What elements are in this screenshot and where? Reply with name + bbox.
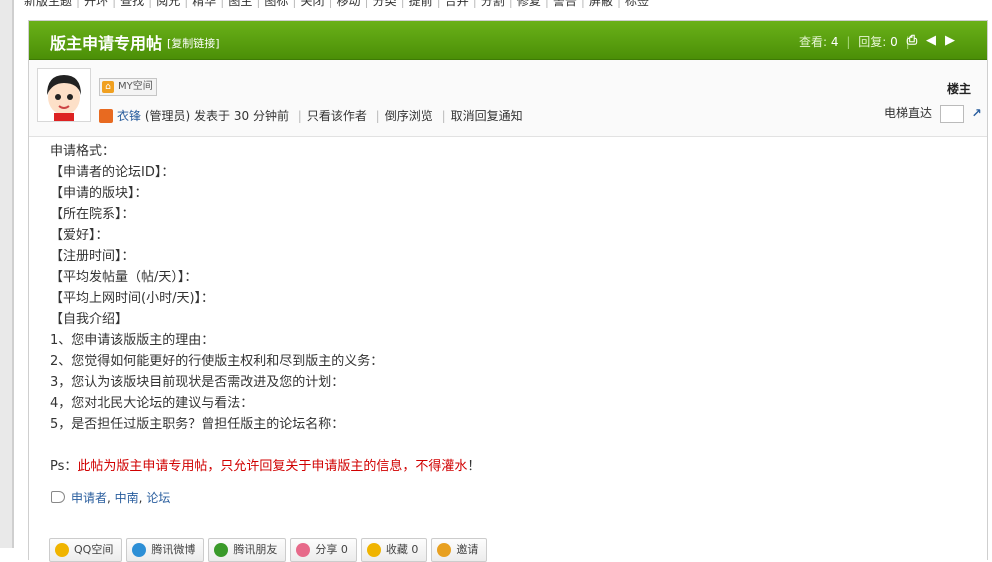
next-thread-icon[interactable]: ▶	[943, 34, 957, 48]
my-space-label: MY空间	[118, 81, 153, 92]
post-time: 发表于 30 分钟前	[194, 109, 289, 123]
post-line: 5，是否担任过版主职务？曾担任版主的论坛名称：	[50, 417, 345, 432]
invite-icon	[437, 543, 452, 557]
tag-link[interactable]: 申请者	[71, 491, 107, 505]
post-line: 【申请者的论坛ID】：	[50, 165, 175, 180]
post-line: 【自我介绍】	[50, 312, 129, 327]
share-button[interactable]: QQ空间	[49, 538, 123, 562]
tag-icon	[51, 491, 65, 503]
floor-label: 楼主	[946, 82, 971, 96]
tag-list: 申请者, 中南, 论坛	[51, 489, 170, 506]
copy-link[interactable]: [复制链接]	[167, 35, 220, 51]
toolbar-link[interactable]: 警告	[553, 0, 577, 8]
jump-go-icon[interactable]: ↗	[972, 106, 988, 122]
post-line: 3，您认为该版块目前现状是否需改进及您的计划：	[50, 375, 345, 390]
share-button[interactable]: 邀请	[431, 538, 488, 562]
post-container: 版主申请专用帖 [复制链接] 查看: 4 | 回复: 0 | ⎙ ◀ ▶ ⌂ M…	[28, 20, 988, 562]
share-button[interactable]: 收藏 0	[360, 538, 428, 562]
toolbar-link[interactable]: 屏蔽	[589, 0, 613, 8]
only-author-link[interactable]: 只看该作者	[307, 109, 367, 123]
share-button-label: 腾讯微博	[151, 543, 196, 556]
pengyou-icon	[214, 543, 229, 557]
post-line: 2、您觉得如何能更好的行使版主权利和尽到版主的义务：	[50, 354, 384, 369]
toolbar-link[interactable]: 精华	[192, 0, 216, 8]
toolbar-link[interactable]: 移动	[337, 0, 361, 8]
share-button-label: 分享 0	[315, 543, 348, 556]
toolbar-link[interactable]: 查找	[120, 0, 144, 8]
share-button[interactable]: 腾讯朋友	[208, 538, 287, 562]
thread-stats: 查看: 4 | 回复: 0 |	[799, 35, 910, 49]
cancel-notify-link[interactable]: 取消回复通知	[451, 109, 523, 123]
heart-icon	[296, 543, 311, 557]
left-gutter	[0, 0, 14, 548]
author-link[interactable]: 衣锋	[117, 109, 141, 123]
replies-count: 0	[890, 35, 898, 49]
share-button-label: 腾讯朋友	[233, 543, 278, 556]
share-button[interactable]: 腾讯微博	[126, 538, 205, 562]
toolbar-link[interactable]: 分割	[481, 0, 505, 8]
toolbar-link[interactable]: 修复	[517, 0, 541, 8]
toolbar-link[interactable]: 合并	[445, 0, 469, 8]
avatar[interactable]	[37, 68, 91, 122]
my-space-button[interactable]: ⌂ MY空间	[99, 78, 157, 96]
reverse-browse-link[interactable]: 倒序浏览	[385, 109, 433, 123]
post-line: 【申请的版块】：	[50, 186, 148, 201]
post-line: 【平均上网时间(小时/天)】：	[50, 291, 215, 306]
post-line: 1、您申请该版版主的理由：	[50, 333, 215, 348]
tag-link[interactable]: 中南	[115, 491, 139, 505]
prev-thread-icon[interactable]: ◀	[924, 34, 938, 48]
toolbar-link[interactable]: 标签	[625, 0, 649, 8]
views-label: 查看:	[799, 35, 828, 49]
share-bar: QQ空间 腾讯微博 腾讯朋友 分享 0 收藏 0 邀请	[49, 538, 491, 562]
post-body: 申请格式： 【申请者的论坛ID】： 【申请的版块】： 【所在院系】： 【爱好】： 【注册时…	[50, 141, 480, 477]
thread-title: 版主申请专用帖	[50, 34, 163, 53]
post-line: 【注册时间】：	[50, 249, 135, 264]
share-button[interactable]: 分享 0	[290, 538, 357, 562]
post-meta: 衣锋 (管理员) 发表于 30 分钟前 | 只看该作者 | 倒序浏览 | 取消回复通知	[99, 107, 523, 124]
floor-jump: 电梯直达 ↗	[884, 104, 988, 123]
print-icon[interactable]: ⎙	[905, 34, 919, 48]
toolbar-link[interactable]: 关闭	[300, 0, 324, 8]
post-line: 【所在院系】：	[50, 207, 135, 222]
user-icon	[99, 109, 113, 123]
tag-link[interactable]: 论坛	[146, 491, 170, 505]
elevator-label: 电梯直达	[884, 106, 933, 120]
tencent-weibo-icon	[132, 543, 147, 557]
qzone-icon	[55, 543, 69, 557]
home-icon: ⌂	[102, 81, 114, 93]
share-button-label: 邀请	[456, 543, 479, 556]
post-line: 申请格式：	[50, 144, 116, 159]
post-line: 4，您对北民大论坛的建议与看法：	[50, 396, 254, 411]
share-button-label: 收藏 0	[385, 543, 419, 556]
views-count: 4	[830, 35, 839, 49]
toolbar-link[interactable]: 阅兄	[156, 0, 180, 8]
toolbar-link[interactable]: 开环	[84, 0, 108, 8]
post-line: 【爱好】：	[50, 228, 109, 243]
replies-label: 回复:	[858, 35, 887, 49]
ps-note: Ps：此帖为版主申请专用帖，只允许回复关于申请版主的信息，不得灌水！	[50, 459, 481, 474]
toolbar-link[interactable]: 图标	[264, 0, 288, 8]
toolbar-link[interactable]: 分类	[373, 0, 397, 8]
toolbar-link[interactable]: 提前	[409, 0, 433, 8]
title-bar-icons: ⎙ ◀ ▶	[905, 33, 962, 48]
top-toolbar: 新版主题 | 开环 | 查找 | 阅兄 | 精华 | 图主 | 图标 | 关闭 | 移动 | 分类 | 提前 | 合并 | 分割…	[24, 0, 649, 8]
post-line: 【平均发帖量（帖/天）】：	[50, 270, 198, 285]
thread-title-bar: 版主申请专用帖 [复制链接] 查看: 4 | 回复: 0 | ⎙ ◀ ▶	[29, 21, 987, 60]
toolbar-link[interactable]: 图主	[228, 0, 252, 8]
author-role: (管理员)	[144, 109, 191, 123]
star-icon	[366, 543, 381, 557]
share-button-label: QQ空间	[74, 543, 114, 556]
ps-warning: 此帖为版主申请专用帖，只允许回复关于申请版主的信息，不得灌水	[77, 459, 468, 474]
post-header: ⌂ MY空间 楼主 衣锋 (管理员) 发表于 30 分钟前 | 只看该作者 | 倒序…	[29, 60, 987, 137]
floor-jump-input[interactable]	[939, 104, 964, 123]
toolbar-link[interactable]: 新版主题	[24, 0, 72, 8]
